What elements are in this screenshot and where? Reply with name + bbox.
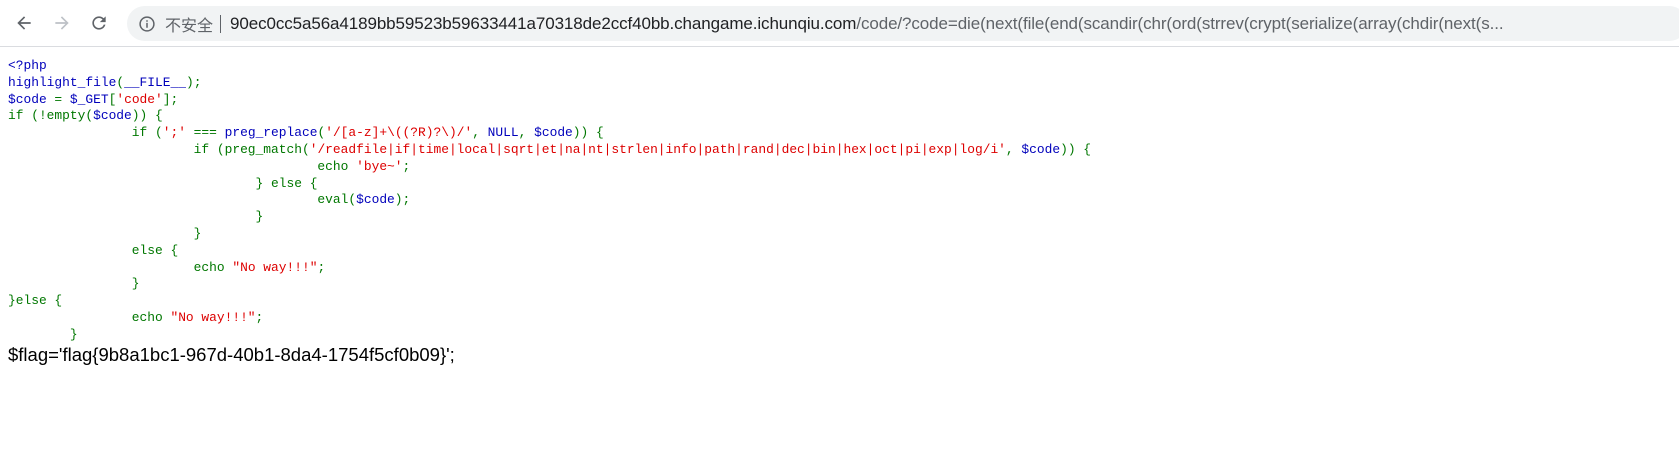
code-token: echo — [8, 158, 357, 174]
php-source-code: <?php highlight_file(__FILE__); $code = … — [8, 58, 1091, 344]
code-token: 'bye~' — [356, 158, 403, 174]
code-line: } — [8, 209, 264, 225]
code-token: } else { — [8, 175, 318, 191]
code-line: highlight_file(__FILE__); — [8, 75, 201, 90]
code-line: echo 'bye~'; — [8, 159, 410, 174]
code-token: "No way!!!" — [170, 309, 256, 325]
code-token: $code — [356, 192, 395, 208]
separator — [220, 14, 222, 33]
code-token: , — [472, 125, 488, 141]
code-token: )) { — [131, 108, 163, 124]
not-secure-label[interactable]: 不安全 — [165, 12, 213, 36]
code-token: , — [1005, 141, 1022, 157]
code-token: ; — [317, 259, 326, 275]
code-token: NULL — [487, 125, 519, 141]
code-line: if (';' === preg_replace('/[a-z]+\((?R)?… — [8, 125, 604, 140]
code-token: } — [8, 326, 78, 342]
code-token: if (!empty( — [8, 108, 94, 124]
code-line: } — [8, 327, 78, 342]
code-token: ( — [116, 74, 125, 90]
code-token: if (preg_match( — [8, 141, 310, 157]
code-token: else { — [8, 242, 179, 258]
code-token: $code — [1021, 141, 1061, 157]
code-token: $code — [534, 125, 573, 141]
browser-toolbar: 不安全 90ec0cc5a56a4189bb59523b59633441a703… — [0, 0, 1679, 47]
code-line: $code = $_GET['code']; — [8, 92, 178, 107]
code-token: = — [54, 91, 70, 107]
code-token: preg_replace — [224, 125, 318, 141]
url-host: 90ec0cc5a56a4189bb59523b59633441a70318de… — [230, 13, 857, 33]
forward-button[interactable] — [48, 9, 76, 37]
code-line: } else { — [8, 175, 318, 191]
code-line: } — [8, 276, 140, 291]
code-token: echo — [8, 309, 171, 325]
url-path: /code/?code=die(next(file(end(scandir(ch… — [856, 13, 1504, 33]
url-text[interactable]: 90ec0cc5a56a4189bb59523b59633441a70318de… — [230, 13, 1504, 34]
code-token: , — [518, 125, 535, 141]
code-token: ';' — [162, 125, 194, 141]
code-line: if (preg_match('/readfile|if|time|local|… — [8, 142, 1091, 157]
code-line: <?php — [8, 58, 47, 73]
code-token: )) { — [1060, 141, 1092, 157]
code-token: eval( — [8, 192, 357, 208]
reload-button[interactable] — [85, 9, 113, 37]
code-token: ); — [394, 192, 411, 208]
reload-icon — [92, 16, 106, 30]
code-token: '/readfile|if|time|local|sqrt|et|na|nt|s… — [309, 141, 1006, 157]
code-token: if ( — [8, 125, 163, 141]
code-token: } — [8, 209, 264, 225]
code-line: echo "No way!!!"; — [8, 309, 264, 325]
code-token: <?php — [8, 58, 47, 73]
arrow-right-icon — [55, 16, 69, 30]
code-token: } — [8, 225, 202, 241]
code-token: } — [8, 276, 140, 292]
code-token: ; — [402, 158, 411, 174]
code-token: $_GET — [69, 91, 109, 107]
address-bar[interactable]: 不安全 90ec0cc5a56a4189bb59523b59633441a703… — [127, 6, 1679, 41]
code-token: "No way!!!" — [232, 259, 318, 275]
code-token: ]; — [162, 91, 179, 107]
code-token: === — [193, 125, 225, 141]
code-line: }else { — [8, 293, 62, 308]
code-token: )) { — [572, 125, 604, 141]
code-token: echo — [8, 259, 233, 275]
code-line: echo "No way!!!"; — [8, 259, 326, 275]
code-token: ; — [255, 309, 264, 325]
info-circle-icon[interactable] — [138, 15, 156, 33]
arrow-left-icon — [17, 16, 31, 30]
code-line: eval($code); — [8, 192, 410, 207]
flag-output: $flag='flag{9b8a1bc1-967d-40b1-8da4-1754… — [8, 344, 455, 365]
code-token: 'code' — [116, 91, 163, 107]
code-line: } — [8, 225, 202, 241]
code-token: }else { — [8, 293, 63, 309]
code-token: highlight_file — [8, 74, 117, 90]
code-token: '/[a-z]+\((?R)?\)/' — [325, 125, 473, 141]
code-token: $code — [8, 91, 55, 107]
code-line: else { — [8, 243, 178, 258]
code-token: $code — [93, 108, 132, 124]
back-button[interactable] — [10, 9, 38, 37]
code-token: ); — [185, 74, 202, 90]
code-token: __FILE__ — [124, 74, 186, 90]
code-line: if (!empty($code)) { — [8, 108, 163, 123]
